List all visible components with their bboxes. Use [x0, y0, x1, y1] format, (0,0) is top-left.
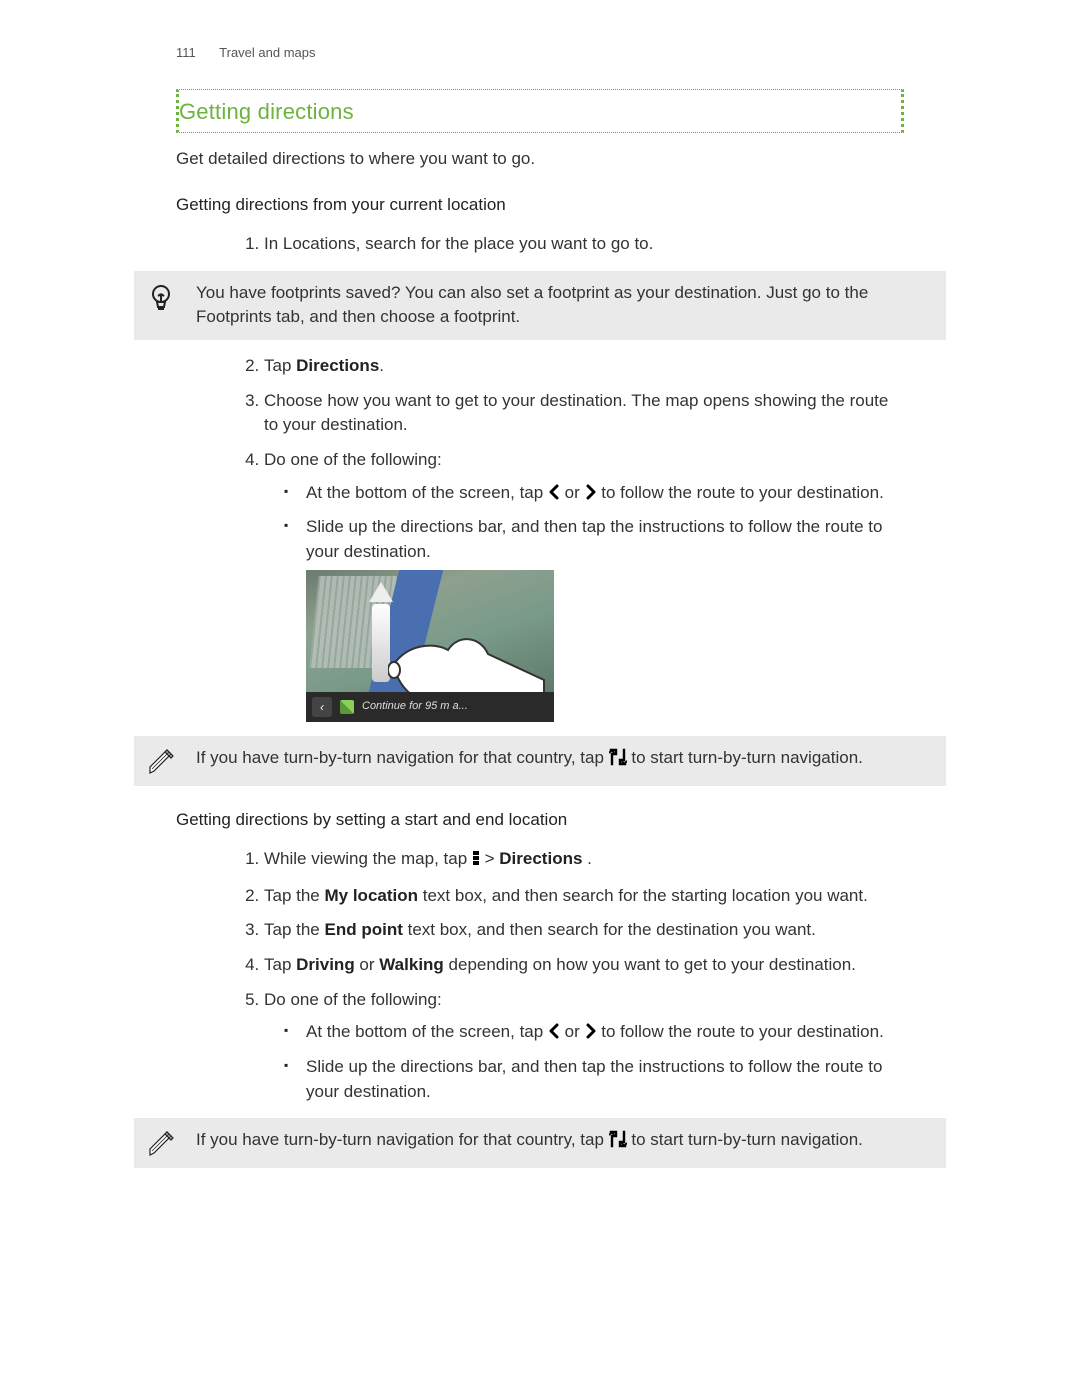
- b1-post: to follow the route to your destination.: [601, 483, 884, 502]
- s2s4-b1: Driving: [296, 955, 355, 974]
- s2s2-bold: My location: [325, 886, 419, 905]
- tip-text: You have footprints saved? You can also …: [196, 281, 934, 330]
- note1-pre: If you have turn-by-turn navigation for …: [196, 748, 609, 767]
- s2-step-4: Tap Driving or Walking depending on how …: [264, 953, 904, 978]
- section-intro: Get detailed directions to where you wan…: [176, 147, 904, 172]
- manual-page: 111 Travel and maps Getting directions G…: [0, 0, 1080, 1242]
- subsection-title-start-end: Getting directions by setting a start an…: [176, 808, 904, 833]
- page-header: 111 Travel and maps: [176, 44, 904, 63]
- s2s4-pre: Tap: [264, 955, 296, 974]
- turn-by-turn-icon: [609, 748, 627, 774]
- note2-pre: If you have turn-by-turn navigation for …: [196, 1130, 609, 1149]
- step-4-bullet-1: At the bottom of the screen, tap or to f…: [302, 481, 904, 508]
- s2-step-2: Tap the My location text box, and then s…: [264, 884, 904, 909]
- note-text-2: If you have turn-by-turn navigation for …: [196, 1128, 934, 1156]
- illus-chevron-left-icon: ‹: [312, 697, 332, 717]
- slide-up-illustration: ‹ Continue for 95 m a...: [306, 570, 554, 722]
- steps-group-3: While viewing the map, tap > Directions …: [176, 847, 904, 1104]
- b1-mid: or: [565, 483, 585, 502]
- step-4: Do one of the following: At the bottom o…: [264, 448, 904, 723]
- s2-step-1: While viewing the map, tap > Directions …: [264, 847, 904, 874]
- note-callout-1: If you have turn-by-turn navigation for …: [134, 736, 946, 786]
- note1-post: to start turn-by-turn navigation.: [631, 748, 863, 767]
- step-4-bullet-2: Slide up the directions bar, and then ta…: [302, 515, 904, 722]
- step-2-pre: Tap: [264, 356, 296, 375]
- subsection-title-current-location: Getting directions from your current loc…: [176, 193, 904, 218]
- step-2-bold: Directions: [296, 356, 379, 375]
- note-text-1: If you have turn-by-turn navigation for …: [196, 746, 934, 774]
- chevron-left-icon: [548, 483, 560, 508]
- step-4-text: Do one of the following:: [264, 450, 442, 469]
- s2b1-post: to follow the route to your destination.: [601, 1022, 884, 1041]
- s2s1-mid: >: [485, 849, 500, 868]
- s2-bullet-1: At the bottom of the screen, tap or to f…: [302, 1020, 904, 1047]
- flag-icon: [340, 700, 354, 714]
- menu-icon: [472, 849, 480, 874]
- s2s3-bold: End point: [325, 920, 403, 939]
- s2s3-pre: Tap the: [264, 920, 325, 939]
- chapter-name: Travel and maps: [219, 45, 315, 60]
- illus-caption: Continue for 95 m a...: [362, 699, 468, 715]
- chevron-right-icon: [585, 483, 597, 508]
- b2-text: Slide up the directions bar, and then ta…: [306, 517, 882, 561]
- s2s5-text: Do one of the following:: [264, 990, 442, 1009]
- turn-by-turn-icon: [609, 1130, 627, 1156]
- steps-group-2: Tap Directions. Choose how you want to g…: [176, 354, 904, 722]
- s2s2-pre: Tap the: [264, 886, 325, 905]
- b1-pre: At the bottom of the screen, tap: [306, 483, 548, 502]
- page-number: 111: [176, 44, 196, 63]
- step-3: Choose how you want to get to your desti…: [264, 389, 904, 438]
- s2b1-pre: At the bottom of the screen, tap: [306, 1022, 548, 1041]
- steps-group-1: In Locations, search for the place you w…: [176, 232, 904, 257]
- note-callout-2: If you have turn-by-turn navigation for …: [134, 1118, 946, 1168]
- s2s4-mid: or: [355, 955, 380, 974]
- s2-bullet-2: Slide up the directions bar, and then ta…: [302, 1055, 904, 1104]
- lightbulb-icon: [144, 281, 178, 313]
- pencil-icon: [144, 746, 178, 776]
- s2s2-post: text box, and then search for the starti…: [418, 886, 868, 905]
- s2-step-5: Do one of the following: At the bottom o…: [264, 988, 904, 1105]
- chevron-right-icon: [585, 1022, 597, 1047]
- s2s3-post: text box, and then search for the destin…: [403, 920, 816, 939]
- note2-post: to start turn-by-turn navigation.: [631, 1130, 863, 1149]
- s2b1-mid: or: [565, 1022, 585, 1041]
- step-2-post: .: [379, 356, 384, 375]
- s2s1-bold: Directions: [499, 849, 582, 868]
- section-title: Getting directions: [176, 89, 904, 133]
- chevron-left-icon: [548, 1022, 560, 1047]
- step-2: Tap Directions.: [264, 354, 904, 379]
- step-1: In Locations, search for the place you w…: [264, 232, 904, 257]
- s2s4-b2: Walking: [379, 955, 444, 974]
- pencil-icon: [144, 1128, 178, 1158]
- s2s1-pre: While viewing the map, tap: [264, 849, 472, 868]
- s2s1-post: .: [582, 849, 591, 868]
- s2-step-3: Tap the End point text box, and then sea…: [264, 918, 904, 943]
- s2s4-post: depending on how you want to get to your…: [444, 955, 856, 974]
- tip-callout: You have footprints saved? You can also …: [134, 271, 946, 340]
